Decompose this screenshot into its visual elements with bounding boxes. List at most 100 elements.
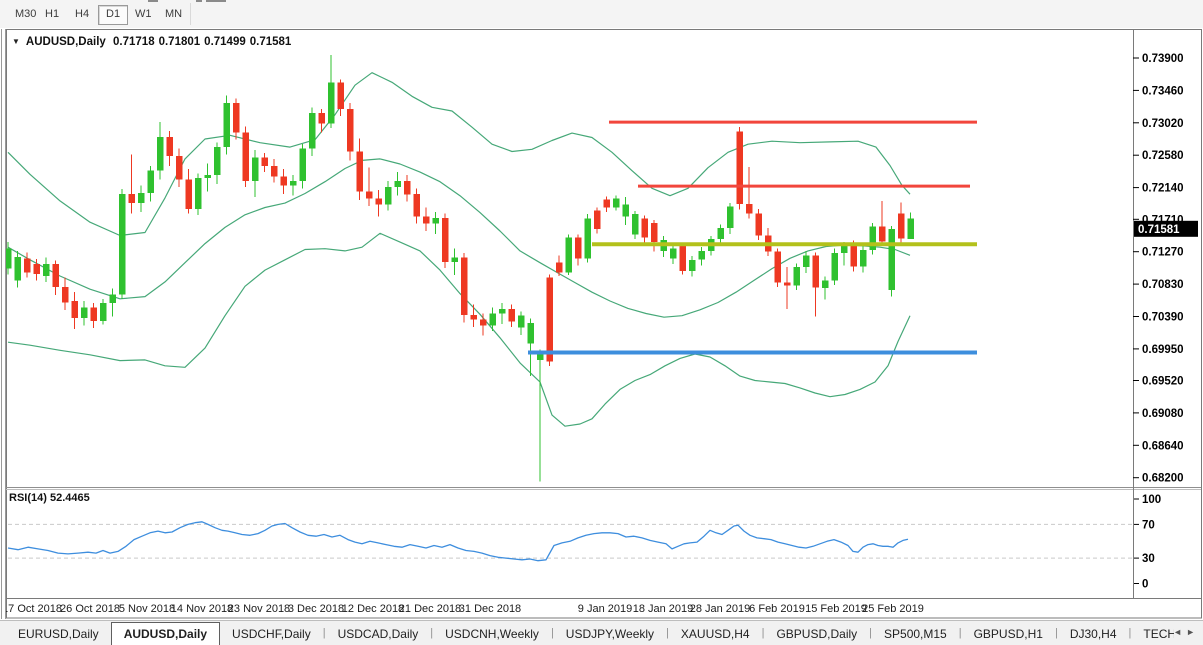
date-label: 3 Dec 2018 <box>288 603 344 615</box>
tab-scroll-right-icon[interactable]: ► <box>1186 627 1199 637</box>
candle-body <box>746 204 753 214</box>
candle-body <box>300 149 307 181</box>
date-label: 31 Dec 2018 <box>459 603 521 615</box>
date-label: 26 Oct 2018 <box>60 603 120 615</box>
rsi-tick-label: 0 <box>1142 579 1148 591</box>
candle-body <box>271 166 278 176</box>
ohlc-low: 0.71499 <box>204 36 246 48</box>
candle-body <box>385 187 392 205</box>
tab-gbpusd-h1[interactable]: GBPUSD,H1 <box>962 623 1055 645</box>
tab-usdcnh-weekly[interactable]: USDCNH,Weekly <box>433 623 551 645</box>
timeframe-button-d1[interactable]: D1 <box>98 5 128 25</box>
tab-scroll-left-icon[interactable]: ◄ <box>1173 627 1186 637</box>
candle-body <box>680 246 687 271</box>
candle-body <box>53 264 60 287</box>
candle-body <box>452 258 459 262</box>
candle-body <box>433 218 440 224</box>
candle-body <box>167 137 174 156</box>
candle-body <box>651 223 658 242</box>
candle-body <box>176 156 183 180</box>
candle-body <box>376 199 383 205</box>
chart-frame <box>7 30 1202 619</box>
candle-body <box>613 199 620 208</box>
price-tick-label: 0.71270 <box>1142 247 1184 259</box>
ohlc-high: 0.71801 <box>159 36 201 48</box>
candle-body <box>319 113 326 123</box>
timeframe-button-h4[interactable]: H4 <box>68 5 96 23</box>
chart-title: ▼AUDUSD,Daily 0.717180.718010.714990.715… <box>12 36 295 48</box>
trading-terminal-window: M30H1H4D1W1MN 10070300 0.739000.734600.7… <box>0 0 1203 645</box>
candle-body <box>328 82 335 123</box>
price-tick-label: 0.70830 <box>1142 279 1184 291</box>
tab-audusd-daily[interactable]: AUDUSD,Daily <box>111 622 220 645</box>
candle-body <box>547 277 554 361</box>
price-tick-label: 0.68640 <box>1142 440 1184 452</box>
candle-body <box>15 257 22 281</box>
candle-body <box>575 238 582 259</box>
tab-dj30-h4[interactable]: DJ30,H4 <box>1058 623 1129 645</box>
candle-body <box>100 303 107 321</box>
tab-usdchf-daily[interactable]: USDCHF,Daily <box>220 623 323 645</box>
price-tick-label: 0.69080 <box>1142 408 1184 420</box>
rsi-indicator-label: RSI(14) 52.4465 <box>9 492 90 504</box>
current-price-label: 0.71581 <box>1138 224 1180 236</box>
date-label: 28 Jan 2019 <box>690 603 751 615</box>
tab-usdjpy-weekly[interactable]: USDJPY,Weekly <box>554 623 666 645</box>
price-tick-label: 0.73900 <box>1142 53 1184 65</box>
timeframe-button-w1[interactable]: W1 <box>128 5 159 23</box>
candle-body <box>566 238 573 273</box>
tab-xauusd-h4[interactable]: XAUUSD,H4 <box>669 623 762 645</box>
tab-usdcad-daily[interactable]: USDCAD,Daily <box>326 623 431 645</box>
candle-body <box>775 252 782 283</box>
price-tick-label: 0.73020 <box>1142 118 1184 130</box>
candle-body <box>518 316 525 328</box>
candle-body <box>24 258 31 272</box>
candle-body <box>338 82 345 109</box>
tab-tech100-h4[interactable]: TECH100,H4 <box>1131 623 1174 645</box>
candle-body <box>138 193 145 203</box>
tab-gbpusd-daily[interactable]: GBPUSD,Daily <box>764 623 869 645</box>
tab-sp500-m15[interactable]: SP500,M15 <box>872 623 959 645</box>
date-label: 14 Nov 2018 <box>171 603 233 615</box>
candle-body <box>737 132 744 204</box>
timeframe-button-mn[interactable]: MN <box>158 5 189 23</box>
candle-body <box>72 301 79 318</box>
candle-body <box>794 267 801 285</box>
candle-body <box>756 213 763 235</box>
date-label: 9 Jan 2019 <box>578 603 632 615</box>
candle-body <box>186 180 193 210</box>
candle-body <box>490 314 497 326</box>
timeframe-button-h1[interactable]: H1 <box>38 5 66 23</box>
candle-body <box>509 309 516 322</box>
tab-eurusd-daily[interactable]: EURUSD,Daily <box>6 623 111 645</box>
chart-window[interactable]: 10070300 0.739000.734600.730200.725800.7… <box>0 28 1203 620</box>
ohlc-close: 0.71581 <box>250 36 292 48</box>
rsi-tick-label: 30 <box>1142 553 1155 565</box>
chevron-down-icon[interactable]: ▼ <box>12 37 20 46</box>
candle-body <box>281 177 288 186</box>
candle-body <box>689 260 696 271</box>
candle-body <box>699 251 706 260</box>
date-label: 6 Feb 2019 <box>749 603 805 615</box>
price-tick-label: 0.72580 <box>1142 150 1184 162</box>
candle-body <box>233 103 240 132</box>
date-label: 12 Dec 2018 <box>342 603 404 615</box>
candle-body <box>404 181 411 194</box>
chart-canvas[interactable]: 10070300 0.739000.734600.730200.725800.7… <box>0 28 1203 620</box>
date-label: 25 Feb 2019 <box>862 603 924 615</box>
candle-body <box>81 308 88 318</box>
candle-body <box>889 229 896 290</box>
date-label: 5 Nov 2018 <box>119 603 175 615</box>
candle-body <box>195 178 202 209</box>
price-tick-label: 0.72140 <box>1142 183 1184 195</box>
price-tick-label: 0.69950 <box>1142 344 1184 356</box>
candle-body <box>62 287 69 303</box>
candle-body <box>43 264 50 276</box>
candle-body <box>898 213 905 238</box>
candle-body <box>822 280 829 287</box>
candle-body <box>851 245 858 266</box>
ohlc-open: 0.71718 <box>113 36 155 48</box>
candle-body <box>290 181 297 185</box>
candle-body <box>594 210 601 228</box>
date-label: 21 Dec 2018 <box>399 603 461 615</box>
